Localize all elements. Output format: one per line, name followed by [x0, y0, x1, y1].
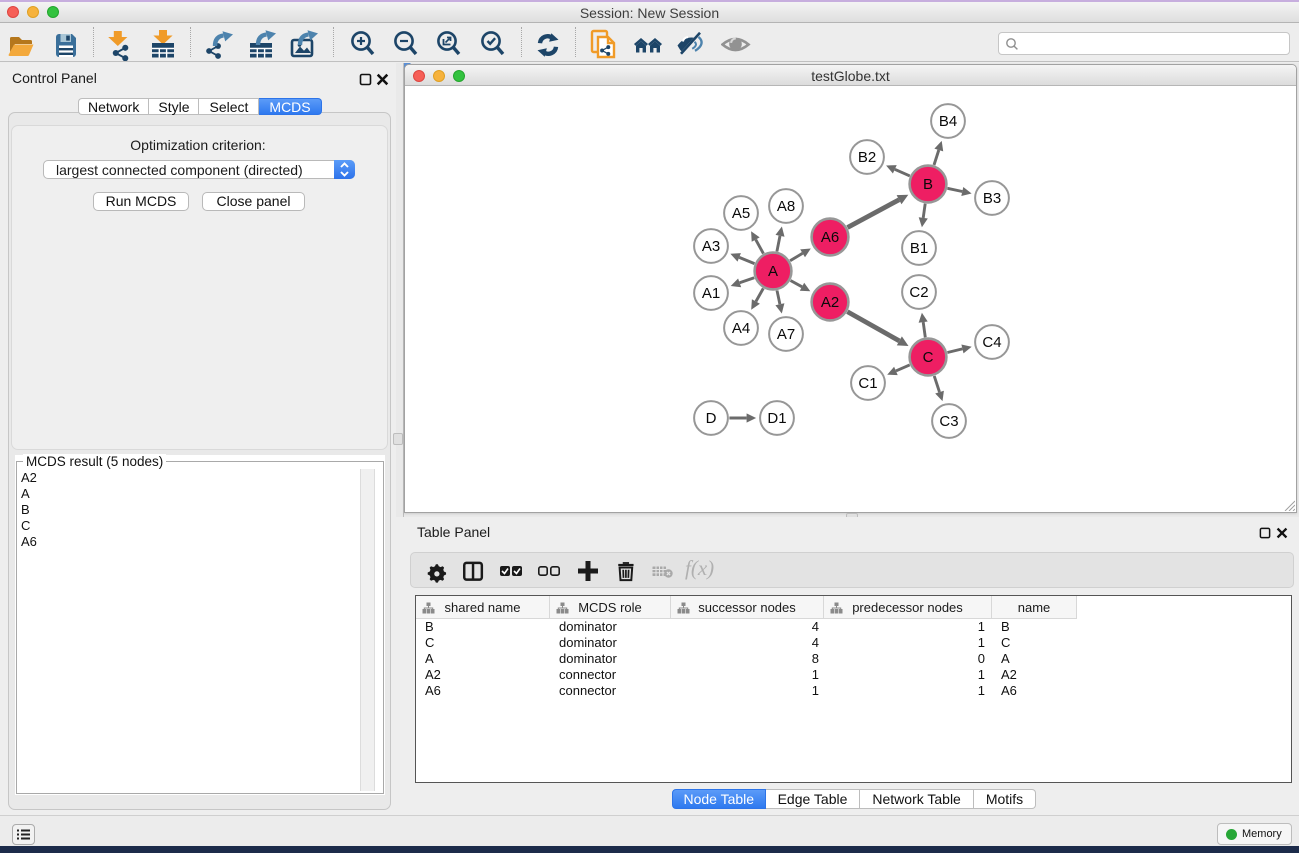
svg-text:A5: A5 [732, 205, 750, 222]
svg-text:C1: C1 [858, 375, 877, 392]
svg-text:A1: A1 [702, 285, 720, 302]
svg-text:A8: A8 [777, 198, 795, 215]
svg-text:A6: A6 [821, 229, 839, 246]
svg-text:C2: C2 [909, 284, 928, 301]
svg-text:D: D [706, 410, 717, 427]
svg-text:C3: C3 [939, 413, 958, 430]
svg-text:C: C [923, 349, 934, 366]
svg-text:A3: A3 [702, 238, 720, 255]
svg-text:A2: A2 [821, 294, 839, 311]
svg-text:A4: A4 [732, 320, 750, 337]
svg-text:A7: A7 [777, 326, 795, 343]
svg-text:B2: B2 [858, 149, 876, 166]
svg-text:D1: D1 [767, 410, 786, 427]
svg-text:A: A [768, 263, 778, 280]
svg-text:C4: C4 [982, 334, 1001, 351]
svg-text:B: B [923, 176, 933, 193]
svg-text:B1: B1 [910, 240, 928, 257]
svg-text:B3: B3 [983, 190, 1001, 207]
svg-text:B4: B4 [939, 113, 957, 130]
